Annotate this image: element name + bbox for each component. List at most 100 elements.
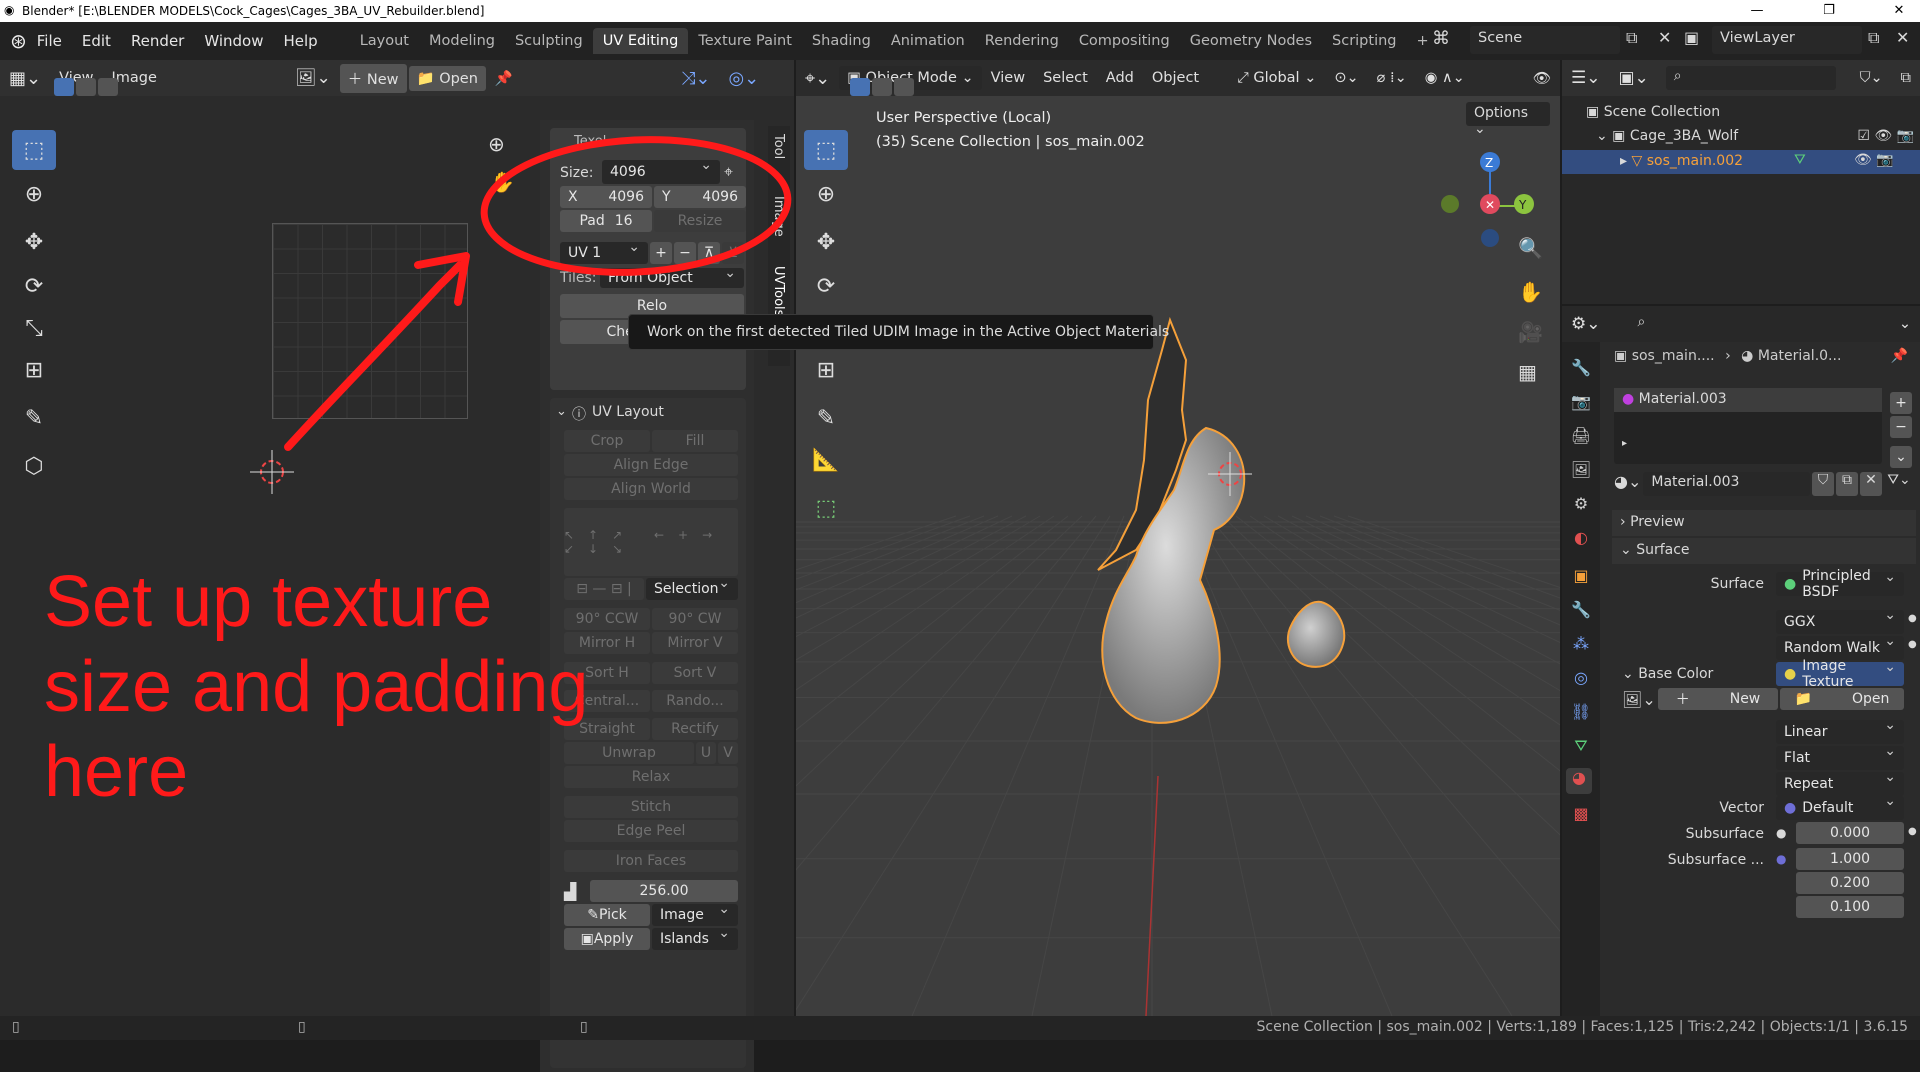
outliner-editor-type-icon[interactable]: ☰⌄ [1562,68,1609,88]
object-visibility-icons[interactable]: 👁 📷 [1854,152,1894,168]
viewport-object-menu[interactable]: Object [1143,70,1208,86]
material-selector[interactable]: ◕⌄ Material.003 ⛉ ⧉ ✕ ⛛⌄ [1614,472,1914,496]
view-layer-selector[interactable]: ViewLayer [1712,26,1862,54]
output-tab-icon[interactable]: 🖨 [1568,426,1594,452]
maximize-button[interactable]: ❐ [1806,0,1852,22]
tab-uv-editing[interactable]: UV Editing [592,28,689,54]
physics-tab-icon[interactable]: ◎ [1568,668,1594,694]
vp-measure-tool-icon[interactable]: 📐 [804,440,848,480]
visibility-icon[interactable]: 👁 [1524,70,1560,87]
vp-zoom-icon[interactable]: 🔍 [1518,236,1543,260]
particles-tab-icon[interactable]: ⁂ [1568,634,1594,660]
material-name-field[interactable]: Material.003 [1643,472,1810,496]
properties-options-icon[interactable]: ⌄ [1890,316,1920,332]
tab-geometry-nodes[interactable]: Geometry Nodes [1180,28,1322,54]
render-tab-icon[interactable]: 📷 [1568,392,1594,418]
vp-rotate-tool-icon[interactable]: ⟳ [804,266,848,306]
texture-tab-icon[interactable]: ▩ [1568,804,1594,830]
preview-section[interactable]: › Preview [1612,510,1916,536]
material-slot[interactable]: ● Material.003 [1614,388,1882,412]
tab-sculpting[interactable]: Sculpting [505,28,593,54]
subsurface-radius-b[interactable]: 0.100 [1796,896,1904,918]
properties-editor-type-icon[interactable]: ⚙⌄ [1562,314,1609,334]
image-browse-node-icon[interactable]: 🖼⌄ [1622,690,1656,709]
minimize-button[interactable]: — [1734,0,1780,22]
menu-render[interactable]: Render [121,32,194,50]
surface-shader-field[interactable]: ● Principled BSDF [1776,568,1904,600]
vp-annotate-tool-icon[interactable]: ✎ [804,398,848,438]
unlink-material-icon[interactable]: ✕ [1860,472,1882,496]
viewport-view-menu[interactable]: View [982,70,1034,86]
tab-modeling[interactable]: Modeling [419,28,505,54]
collection-visibility-icons[interactable]: ☑ 👁 📷 [1857,128,1914,144]
viewport-editor-type-icon[interactable]: ⌖⌄ [796,68,839,89]
tab-layout[interactable]: Layout [350,28,419,54]
viewport-3d[interactable]: ⌖⌄ ▣ Object Mode ⌄ View Select Add Objec… [796,60,1560,1016]
open-image-node-button[interactable]: 📁 Open [1780,688,1904,710]
view-layer-tab-icon[interactable]: 🖼 [1568,460,1594,486]
remove-slot-button[interactable]: − [1890,416,1912,438]
subsurface-socket-icon[interactable]: ● [1776,826,1786,840]
add-slot-button[interactable]: + [1890,392,1912,414]
orientation-dropdown[interactable]: ⤢ Global ⌄ [1228,70,1325,86]
vector-field[interactable]: ● Default [1776,793,1904,820]
proportional-edit-icon[interactable]: ◉ ∧⌄ [1416,70,1474,86]
snap-icon[interactable]: ⌀ ⁞⌄ [1368,70,1416,86]
material-tab-icon[interactable]: ◕ [1566,768,1592,794]
slot-expand-icon[interactable]: ▸ [1622,438,1627,449]
subsurface-radius-socket-icon[interactable]: ● [1776,852,1786,866]
scene-collection-row[interactable]: ▣ Scene Collection [1586,104,1720,120]
tab-shading[interactable]: Shading [802,28,881,54]
new-collection-icon[interactable]: ⧉ [1892,70,1920,86]
vp-move-tool-icon[interactable]: ✥ [804,222,848,262]
world-tab-icon[interactable]: ◐ [1568,528,1594,554]
vp-select-extend-icon[interactable] [872,78,892,96]
properties-search[interactable]: ⌕ [1629,312,1800,336]
menu-file[interactable]: File [27,32,72,50]
object-row[interactable]: ▸ ▽ sos_main.002 ⛛ 👁 📷 [1562,150,1920,174]
outliner-filter-icon[interactable]: ⛉⌄ [1851,70,1892,86]
vp-select-subtract-icon[interactable] [894,78,914,96]
projection-dropdown[interactable]: Flat [1776,743,1904,770]
material-slot-list[interactable]: ● Material.003 ▸ [1614,388,1882,464]
vp-select-new-icon[interactable] [850,78,870,96]
vp-perspective-icon[interactable]: ▦ [1518,360,1537,384]
modifier-tab-icon[interactable]: 🔧 [1568,600,1594,626]
sss-keyframe-icon[interactable]: ● [1908,639,1917,650]
fake-user-icon[interactable]: ⛉ [1812,472,1834,496]
object-tab-icon[interactable]: ▣ [1568,566,1594,592]
subsurface-keyframe-icon[interactable]: ● [1908,826,1917,837]
new-image-node-button[interactable]: ＋ New [1658,688,1778,710]
vp-transform-tool-icon[interactable]: ⊞ [804,350,848,390]
tab-texture-paint[interactable]: Texture Paint [688,28,802,54]
viewport-selection-mode[interactable] [850,78,922,98]
scene-close-icon[interactable]: ✕ [1658,28,1671,47]
properties-pin-icon[interactable]: 📌 [1891,348,1908,364]
vp-pan-icon[interactable]: ✋ [1518,280,1543,304]
slot-specials-button[interactable]: ⌄ [1890,446,1912,468]
scene-tab-icon[interactable]: ⚙ [1568,494,1594,520]
mesh-data-icon[interactable]: ⛛ [1794,152,1806,168]
distribution-dropdown[interactable]: GGX [1776,607,1904,634]
tool-tab-icon[interactable]: 🔧 [1568,358,1594,384]
scene-copy-icon[interactable]: ⧉ [1626,28,1637,48]
viewport-add-menu[interactable]: Add [1097,70,1143,86]
menu-window[interactable]: Window [194,32,273,50]
collection-row[interactable]: ⌄ ▣ Cage_3BA_Wolf ☑ 👁 📷 [1596,128,1914,144]
tab-rendering[interactable]: Rendering [975,28,1069,54]
outliner-search[interactable]: ⌕ [1665,66,1836,90]
duplicate-material-icon[interactable]: ⧉ [1836,472,1858,496]
base-color-field[interactable]: ● Image Texture [1776,658,1904,690]
selected-mesh[interactable] [1036,280,1356,780]
material-browse-icon[interactable]: ◕⌄ [1614,472,1641,496]
subsurface-method-dropdown[interactable]: Random Walk [1776,633,1904,660]
tab-animation[interactable]: Animation [881,28,975,54]
vp-select-tool-icon[interactable]: ⬚ [804,130,848,170]
vp-add-cube-tool-icon[interactable]: ⬚ [804,488,848,528]
subsurface-radius-g[interactable]: 0.200 [1796,872,1904,894]
scene-selector[interactable]: Scene [1470,26,1620,54]
data-tab-icon[interactable]: ⛛ [1568,736,1594,762]
vp-cursor-tool-icon[interactable]: ⊕ [804,174,848,214]
outliner-display-mode-icon[interactable]: ▣⌄ [1609,68,1657,88]
view-layer-close-icon[interactable]: ✕ [1896,28,1909,47]
